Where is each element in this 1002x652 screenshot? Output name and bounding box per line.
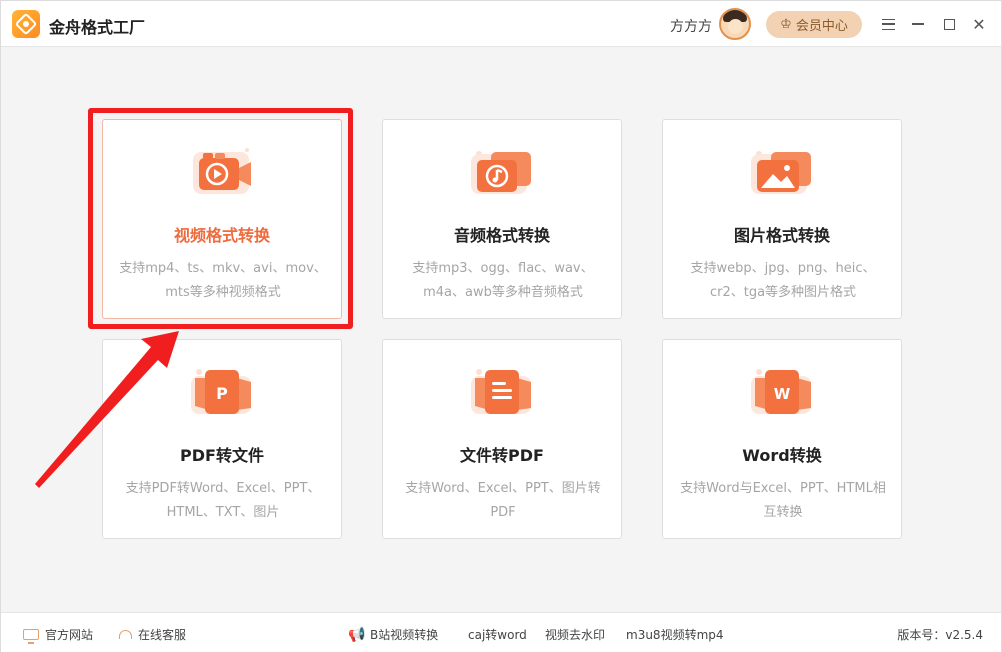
footer-link-label: m3u8视频转mp4 [626, 628, 724, 642]
megaphone-icon: 📢 [348, 626, 366, 643]
version-text: 版本号：v2.5.4 [897, 628, 983, 642]
footer-link-watermark[interactable]: 视频去水印 [545, 626, 605, 643]
footer-link-label: 视频去水印 [545, 628, 606, 642]
app-window: 金舟格式工厂 方方方 ♔ 会员中心 ✕ 视频格式转换 支持mp4、ts、mkv、… [0, 0, 1002, 652]
official-website-label: 官方网站 [45, 628, 94, 642]
monitor-icon [23, 629, 39, 644]
online-service-link[interactable]: 在线客服 [119, 626, 186, 643]
footer-link-caj[interactable]: caj转word [468, 626, 527, 643]
footer-link-label: caj转word [468, 628, 527, 642]
footer-bar: 官方网站 在线客服 📢 B站视频转换 caj转word 视频去水印 m3u8视频… [1, 612, 1001, 652]
footer-link-m3u8[interactable]: m3u8视频转mp4 [626, 626, 724, 643]
online-service-label: 在线客服 [138, 628, 187, 642]
official-website-link[interactable]: 官方网站 [23, 626, 94, 644]
headset-icon [119, 630, 132, 639]
footer-link-bilibili[interactable]: 📢 B站视频转换 [348, 626, 438, 643]
footer-link-label: B站视频转换 [370, 628, 439, 642]
annotation-arrow-icon [35, 331, 179, 488]
